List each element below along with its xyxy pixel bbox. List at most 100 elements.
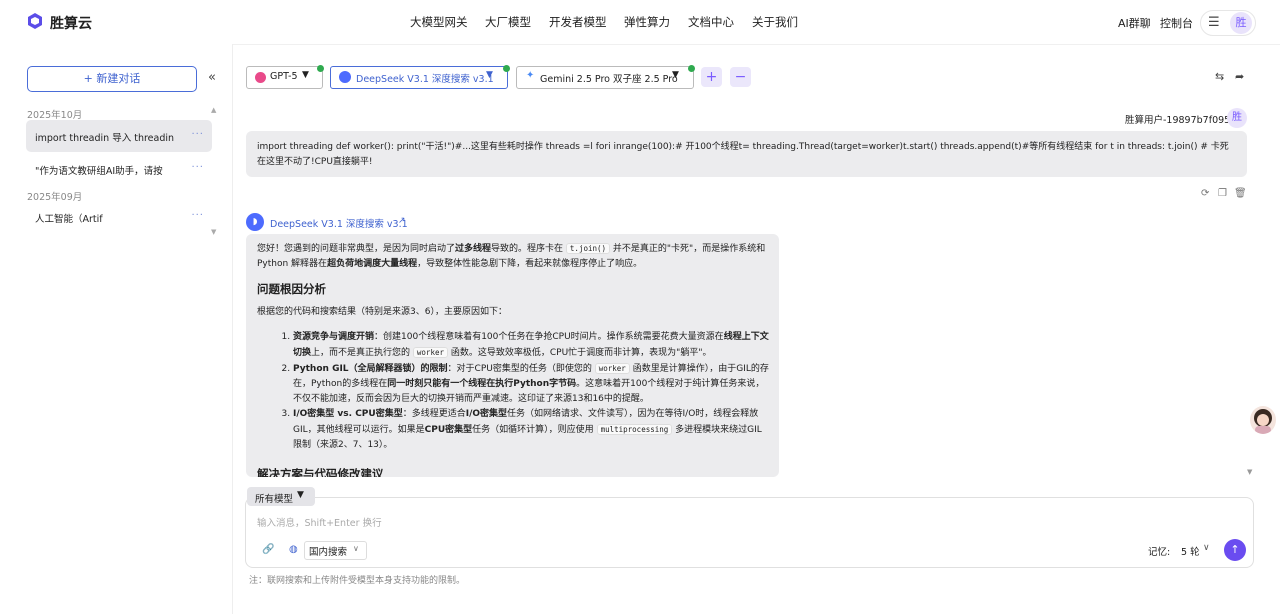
model-selector-deepseek[interactable]: DeepSeek V3.1 深度搜索 v3.1 ▼ <box>330 66 508 89</box>
online-status-dot <box>317 65 324 72</box>
collapse-sidebar-icon[interactable]: « <box>208 70 216 85</box>
inline-code: worker <box>412 347 448 358</box>
nav-item-compute[interactable]: 弹性算力 <box>624 14 670 30</box>
conversation-title: import threadin 导入 threadin <box>35 133 175 144</box>
model-selector-gpt5[interactable]: GPT-5 ▼ <box>246 66 323 89</box>
conversation-title: "作为语文教研组AI助手，请按 <box>35 166 163 177</box>
answer-text: ：创建100个线程意味着有100个任务在争抢CPU时间片。操作系统需要花费大量资… <box>374 332 724 342</box>
add-model-button[interactable]: + <box>701 67 722 87</box>
model-filter-dropdown[interactable]: 所有模型 ▼ <box>247 487 315 506</box>
avatar[interactable]: 胜 <box>1230 12 1252 34</box>
nav-item-docs[interactable]: 文档中心 <box>688 14 734 30</box>
answer-heading: 问题根因分析 <box>257 282 326 296</box>
conversation-title: 人工智能（Artif <box>35 214 103 225</box>
regenerate-icon[interactable]: ⟳ <box>1201 188 1209 199</box>
new-chat-button[interactable]: + 新建对话 <box>27 66 197 92</box>
answer-bold: CPU密集型 <box>424 425 473 435</box>
gemini-icon: ✦ <box>526 70 535 81</box>
answer-text: 函数。这导致效率极低，CPU忙于调度而非计算，表现为"躺平"。 <box>450 348 712 358</box>
answer-intro: 您好！您遇到的问题非常典型，是因为同时启动了过多线程导致的。程序卡在 t.joi… <box>257 241 769 272</box>
share-icon[interactable]: ➦ <box>1235 70 1244 83</box>
delete-icon[interactable]: 🗑 <box>1234 188 1247 199</box>
chevron-down-icon: ▼ <box>297 490 304 500</box>
chevron-down-icon[interactable]: ∨ <box>1203 543 1210 553</box>
top-navbar: 胜算云 大模型网关 大厂模型 开发者模型 弹性算力 文档中心 关于我们 AI群聊… <box>0 0 1280 45</box>
nav-item-dev-models[interactable]: 开发者模型 <box>549 14 607 30</box>
hamburger-menu-icon[interactable]: ☰ <box>1208 15 1220 30</box>
chat-input-box[interactable] <box>245 497 1254 568</box>
search-mode-select[interactable]: 国内搜索 ∨ <box>304 541 367 560</box>
scroll-down-icon[interactable]: ▼ <box>1247 468 1252 476</box>
answer-bold: 过多线程 <box>455 244 492 254</box>
answer-bold: Python GIL（全局解释器锁）的限制 <box>293 364 448 374</box>
answer-list: 资源竞争与调度开销：创建100个线程意味着有100个任务在争抢CPU时间片。操作… <box>257 330 769 453</box>
answer-text: 您好！您遇到的问题非常典型，是因为同时启动了 <box>257 244 456 254</box>
chevron-down-icon: ▼ <box>486 70 493 80</box>
model-name: Gemini 2.5 Pro 双子座 2.5 Pro <box>540 74 678 85</box>
send-button[interactable]: ↑ <box>1224 539 1246 561</box>
chevron-down-icon: ▼ <box>302 70 309 80</box>
answer-text: ：对于CPU密集型的任务（即使您的 <box>447 364 592 374</box>
list-item: 资源竞争与调度开销：创建100个线程意味着有100个任务在争抢CPU时间片。操作… <box>293 330 769 361</box>
assistant-helper-avatar[interactable] <box>1250 406 1276 434</box>
globe-icon[interactable]: ◍ <box>289 544 298 555</box>
inline-code: worker <box>594 363 630 374</box>
conversation-item[interactable]: import threadin 导入 threadin ··· <box>26 120 212 152</box>
answer-bold: 超负荷地调度大量线程 <box>327 259 418 269</box>
online-status-dot <box>503 65 510 72</box>
answer-text: 导致的。程序卡在 <box>491 244 564 254</box>
more-options-icon[interactable]: ··· <box>191 210 204 221</box>
footnote: 注：联网搜索和上传附件受模型本身支持功能的限制。 <box>249 576 466 586</box>
deepseek-icon: ◗ <box>246 213 264 231</box>
model-name: DeepSeek V3.1 深度搜索 v3.1 <box>356 74 494 85</box>
copy-icon[interactable]: ❐ <box>1218 188 1227 199</box>
answer-text: ，导致整体性能急剧下降，看起来就像程序停止了响应。 <box>417 259 643 269</box>
conversation-item[interactable]: "作为语文教研组AI助手，请按 ··· <box>26 153 212 185</box>
user-message-bubble: import threading def worker(): print("干活… <box>246 131 1247 177</box>
more-options-icon[interactable]: ··· <box>191 129 204 140</box>
app-name[interactable]: 胜算云 <box>50 13 92 33</box>
ai-group-chat-link[interactable]: AI群聊 <box>1118 15 1151 31</box>
assistant-message-content: 您好！您遇到的问题非常典型，是因为同时启动了过多线程导致的。程序卡在 t.joi… <box>257 241 769 477</box>
user-name: 胜算用户-19897b7f095 <box>1125 115 1231 126</box>
chevron-down-icon: ∨ <box>353 544 359 553</box>
swap-icon[interactable]: ⇆ <box>1215 70 1224 83</box>
list-item: I/O密集型 vs. CPU密集型：多线程更适合I/O密集型任务（如网络请求、文… <box>293 407 769 453</box>
openai-icon <box>255 72 266 83</box>
external-link-icon[interactable]: ↗ <box>398 216 406 226</box>
avatar[interactable]: 胜 <box>1227 108 1247 128</box>
memory-label: 记忆: <box>1148 547 1171 558</box>
inline-code: t.join() <box>565 243 611 254</box>
conversation-item[interactable]: 人工智能（Artif ··· <box>26 201 212 233</box>
message-input[interactable]: 输入消息，Shift+Enter 换行 <box>257 515 382 529</box>
online-status-dot <box>688 65 695 72</box>
model-selector-gemini[interactable]: ✦ Gemini 2.5 Pro 双子座 2.5 Pro ▼ <box>516 66 694 89</box>
answer-text: 上，而不是真正执行您的 <box>311 348 411 358</box>
answer-bold: 同一时刻只能有一个线程在执行Python字节码 <box>387 379 577 389</box>
deepseek-icon <box>339 71 351 83</box>
nav-item-major-models[interactable]: 大厂模型 <box>485 14 531 30</box>
search-mode-label: 国内搜索 <box>309 547 348 558</box>
attach-link-icon[interactable]: 🔗 <box>262 544 274 555</box>
answer-text: ：多线程更适合 <box>402 409 466 419</box>
logo-icon[interactable] <box>26 12 44 30</box>
model-filter-label: 所有模型 <box>255 494 294 505</box>
list-item: Python GIL（全局解释器锁）的限制：对于CPU密集型的任务（即使您的 w… <box>293 361 769 407</box>
nav-item-about[interactable]: 关于我们 <box>752 14 798 30</box>
assistant-message-bubble: 您好！您遇到的问题非常典型，是因为同时启动了过多线程导致的。程序卡在 t.joi… <box>246 234 779 477</box>
answer-heading: 解决方案与代码修改建议 <box>257 467 384 477</box>
inline-code: multiprocessing <box>596 424 673 435</box>
remove-model-button[interactable]: − <box>730 67 751 87</box>
model-name: GPT-5 <box>270 71 298 82</box>
more-options-icon[interactable]: ··· <box>191 162 204 173</box>
memory-select[interactable]: 5 轮 <box>1181 544 1200 558</box>
answer-bold: I/O密集型 <box>465 409 508 419</box>
answer-bold: I/O密集型 vs. CPU密集型 <box>293 409 403 419</box>
answer-text: 任务（如循环计算），则应使用 <box>472 425 594 435</box>
scroll-up-icon[interactable]: ▲ <box>211 106 216 114</box>
user-message-text: import threading def worker(): print("干活… <box>257 142 1229 167</box>
nav-item-gateway[interactable]: 大模型网关 <box>410 14 468 30</box>
group-label-oct: 2025年10月 <box>27 110 83 121</box>
console-link[interactable]: 控制台 <box>1160 15 1193 31</box>
scroll-down-icon[interactable]: ▼ <box>211 228 216 236</box>
